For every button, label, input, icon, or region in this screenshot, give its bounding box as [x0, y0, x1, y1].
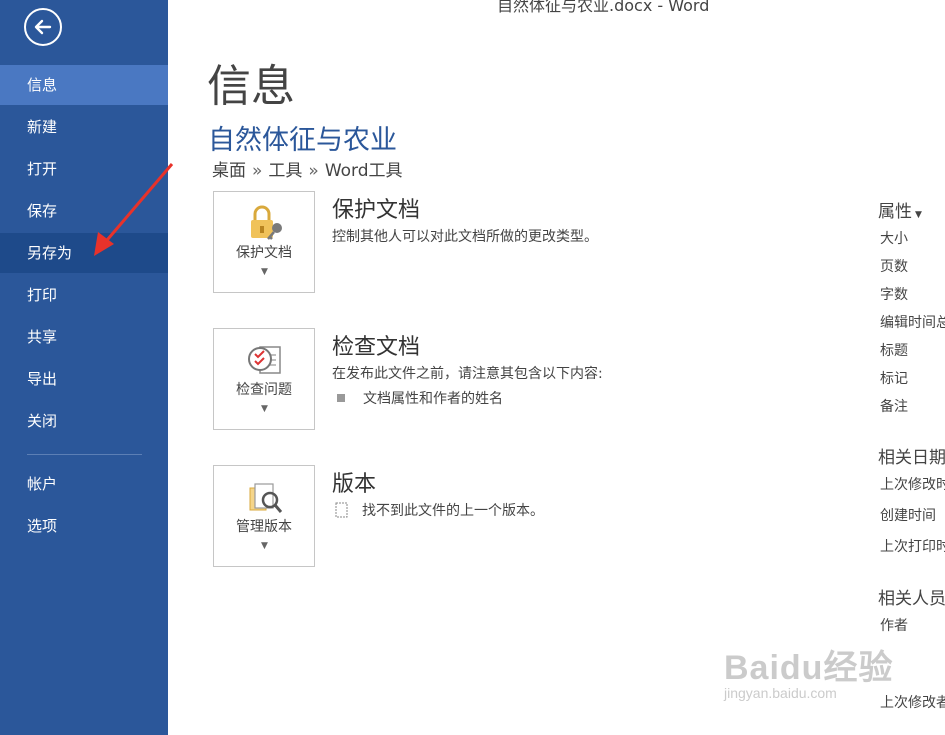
breadcrumb: 桌面» 工具» Word工具 — [212, 156, 403, 181]
breadcrumb-item[interactable]: 工具 — [268, 156, 302, 181]
nav-print[interactable]: 打印 — [0, 275, 168, 315]
check-issues-label: 检查问题 — [236, 382, 292, 398]
chevron-down-icon: ▼ — [261, 404, 268, 414]
document-icon — [335, 502, 348, 518]
related-people-heading: 相关人员 — [878, 589, 945, 609]
back-button[interactable] — [24, 8, 62, 46]
back-arrow-icon — [34, 19, 52, 35]
nav-account[interactable]: 帐户 — [0, 464, 168, 504]
annotation-arrow-icon — [94, 163, 174, 256]
section-description: 控制其他人可以对此文档所做的更改类型。 — [332, 229, 598, 245]
check-issues-button[interactable]: 检查问题 ▼ — [213, 328, 315, 430]
nav-divider — [27, 454, 142, 455]
property-label: 字数 — [880, 287, 908, 303]
property-label: 页数 — [880, 259, 908, 275]
breadcrumb-separator: » — [252, 161, 263, 181]
date-label: 上次修改时 — [880, 477, 945, 493]
nav-info[interactable]: 信息 — [0, 65, 168, 105]
bullet-icon — [337, 394, 345, 402]
section-heading: 保护文档 — [332, 198, 421, 223]
protect-document-label: 保护文档 — [236, 245, 292, 261]
properties-heading[interactable]: 属性 ▼ — [878, 197, 922, 222]
breadcrumb-separator: » — [308, 161, 319, 181]
manage-versions-button[interactable]: 管理版本 ▼ — [213, 465, 315, 567]
versions-description: 找不到此文件的上一个版本。 — [362, 503, 544, 519]
date-label: 创建时间 — [880, 508, 936, 524]
window-title: 自然体征与农业.docx - Word — [497, 0, 710, 15]
list-item: 文档属性和作者的姓名 — [337, 388, 503, 408]
property-label: 标题 — [880, 343, 908, 359]
section-heading: 版本 — [332, 472, 377, 497]
properties-label: 属性 — [878, 202, 912, 222]
manage-versions-label: 管理版本 — [236, 519, 292, 535]
nav-options[interactable]: 选项 — [0, 506, 168, 546]
watermark-main: Baidu经验 — [724, 649, 894, 687]
nav-new[interactable]: 新建 — [0, 107, 168, 147]
lock-key-icon — [251, 205, 282, 240]
people-label: 作者 — [880, 618, 908, 634]
nav-close[interactable]: 关闭 — [0, 401, 168, 441]
baidu-watermark: Baidu经验 jingyan.baidu.com — [724, 640, 893, 701]
chevron-down-icon: ▼ — [261, 267, 268, 277]
section-description: 在发布此文件之前，请注意其包含以下内容: — [332, 366, 603, 382]
versions-search-icon — [249, 483, 283, 513]
property-label: 大小 — [880, 231, 908, 247]
breadcrumb-item[interactable]: 桌面 — [212, 156, 246, 181]
chevron-down-icon: ▼ — [261, 541, 268, 551]
date-label: 上次打印时 — [880, 539, 945, 555]
backstage-sidebar: 信息 新建 打开 保存 另存为 打印 共享 导出 关闭 帐户 选项 — [0, 0, 168, 735]
breadcrumb-item[interactable]: Word工具 — [325, 156, 403, 181]
nav-share[interactable]: 共享 — [0, 317, 168, 357]
inspect-document-icon — [248, 346, 281, 374]
protect-document-button[interactable]: 保护文档 ▼ — [213, 191, 315, 293]
section-heading: 检查文档 — [332, 335, 421, 360]
related-dates-heading: 相关日期 — [878, 448, 945, 468]
nav-export[interactable]: 导出 — [0, 359, 168, 399]
list-item: 找不到此文件的上一个版本。 — [334, 500, 544, 520]
chevron-down-icon: ▼ — [915, 210, 922, 220]
bullet-text: 文档属性和作者的姓名 — [363, 391, 503, 407]
property-label: 编辑时间总 — [880, 315, 945, 331]
document-title: 自然体征与农业 — [208, 125, 397, 156]
page-title: 信息 — [207, 61, 295, 112]
property-label: 备注 — [880, 399, 908, 415]
property-label: 标记 — [880, 371, 908, 387]
